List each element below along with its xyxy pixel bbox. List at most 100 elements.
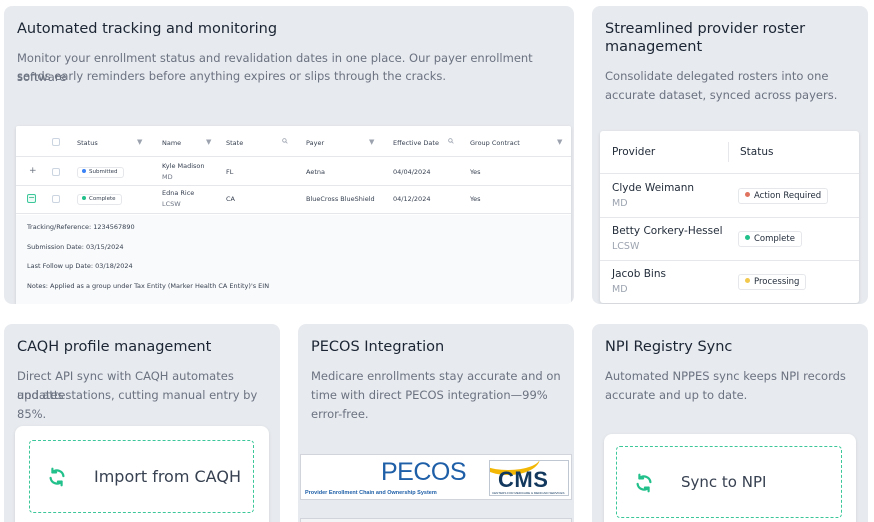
pecos-logo-subtitle: Provider Enrollment Chain and Ownership … — [305, 490, 437, 496]
detail-tracking-reference: Tracking/Reference: 1234567890 — [27, 223, 135, 231]
pecos-desc-line-1: Medicare enrollments stay accurate and o… — [311, 369, 561, 383]
tracking-card: Automated tracking and monitoring Monito… — [4, 6, 574, 304]
roster-table-header: Provider Status — [600, 131, 859, 174]
status-badge: Processing — [738, 274, 807, 290]
group-filter-icon[interactable]: ▼ — [557, 138, 562, 146]
provider-credential: LCSW — [162, 200, 181, 208]
status-text: Complete — [754, 234, 795, 244]
status-dot — [745, 192, 750, 197]
roster-desc-line-2: accurate dataset, synced across payers. — [605, 88, 838, 102]
header-effective-date: Effective Date — [393, 139, 439, 147]
row-checkbox[interactable] — [52, 195, 60, 203]
group-contract-cell: Yes — [470, 168, 481, 176]
table-row[interactable]: − Complete Edna Rice LCSW CA BlueCross B… — [16, 186, 571, 214]
import-from-caqh-button[interactable]: Import from CAQH — [29, 440, 254, 513]
tracking-title: Automated tracking and monitoring — [17, 21, 278, 37]
provider-credential: MD — [162, 173, 173, 181]
header-status: Status — [740, 146, 774, 158]
roster-desc-line-1: Consolidate delegated rosters into one — [605, 69, 829, 83]
npi-sync-panel: Sync to NPI — [604, 434, 856, 522]
header-payer: Payer — [306, 139, 325, 147]
roster-title-line-1: Streamlined provider roster — [605, 21, 806, 37]
cms-logo-text: CMS — [498, 467, 549, 492]
header-divider — [728, 142, 729, 162]
header-status: Status — [77, 139, 98, 147]
pecos-title: PECOS Integration — [311, 339, 445, 355]
pecos-bottom-panel — [300, 518, 572, 522]
sync-to-npi-button[interactable]: Sync to NPI — [616, 446, 842, 518]
select-all-checkbox[interactable] — [52, 138, 60, 146]
caqh-card: CAQH profile management Direct API sync … — [4, 324, 280, 522]
effective-date-cell: 04/12/2024 — [393, 195, 431, 203]
roster-table: Provider Status Clyde Weimann MD Action … — [600, 131, 859, 303]
pecos-cms-logo-strip: PECOS Provider Enrollment Chain and Owne… — [300, 454, 572, 500]
status-text: Action Required — [754, 191, 822, 201]
status-dot — [745, 235, 750, 240]
status-badge: Action Required — [738, 188, 829, 204]
effective-date-cell: 04/04/2024 — [393, 168, 431, 176]
enrollment-table-header: Status ▼ Name ▼ State Payer ▼ Effective … — [16, 126, 571, 157]
status-badge: Complete — [77, 194, 122, 205]
roster-row[interactable]: Clyde Weimann MD Action Required — [600, 175, 859, 218]
provider-credential: LCSW — [612, 241, 640, 252]
table-row[interactable]: + Submitted Kyle Madison MD FL Aetna 04/… — [16, 158, 571, 186]
status-text: Processing — [754, 277, 800, 287]
npi-title: NPI Registry Sync — [605, 339, 733, 355]
state-cell: FL — [226, 168, 234, 176]
header-name: Name — [162, 139, 182, 147]
group-contract-cell: Yes — [470, 195, 481, 203]
header-group-contract: Group Contract — [470, 139, 520, 147]
status-filter-icon[interactable]: ▼ — [137, 138, 142, 146]
pecos-desc-line-3: error-free. — [311, 407, 369, 421]
header-provider: Provider — [612, 146, 656, 158]
provider-name: Betty Corkery-Hessel — [612, 225, 723, 237]
detail-submission-date: Submission Date: 03/15/2024 — [27, 243, 124, 251]
collapse-row-button[interactable]: − — [27, 194, 36, 203]
state-search-icon[interactable] — [282, 138, 288, 146]
import-button-label: Import from CAQH — [94, 467, 241, 486]
npi-card: NPI Registry Sync Automated NPPES sync k… — [592, 324, 868, 522]
pecos-logo-text: PECOS — [381, 458, 467, 486]
roster-card: Streamlined provider roster management C… — [592, 6, 868, 304]
provider-name: Edna Rice — [162, 189, 195, 197]
roster-row[interactable]: Betty Corkery-Hessel LCSW Complete — [600, 218, 859, 261]
payer-cell: Aetna — [306, 168, 325, 176]
tracking-desc-line-2: sends early reminders before anything ex… — [17, 69, 447, 83]
detail-notes: Notes: Applied as a group under Tax Enti… — [27, 282, 270, 290]
status-dot — [82, 195, 86, 200]
date-search-icon[interactable] — [448, 138, 454, 146]
name-filter-icon[interactable]: ▼ — [206, 138, 211, 146]
roster-row[interactable]: Jacob Bins MD Processing — [600, 261, 859, 304]
caqh-import-panel: Import from CAQH — [15, 426, 269, 522]
pecos-desc-line-2: time with direct PECOS integration—99% — [311, 388, 548, 402]
roster-title-line-2: management — [605, 39, 703, 55]
provider-name: Clyde Weimann — [612, 182, 695, 194]
pecos-card: PECOS Integration Medicare enrollments s… — [298, 324, 574, 522]
status-text: Complete — [89, 196, 116, 202]
provider-credential: MD — [612, 284, 628, 295]
provider-name: Jacob Bins — [612, 268, 666, 280]
row-checkbox[interactable] — [52, 168, 60, 176]
row-detail-panel: Tracking/Reference: 1234567890 Submissio… — [16, 215, 571, 304]
header-state: State — [226, 139, 244, 147]
sync-arrows-icon — [633, 472, 655, 498]
expand-row-button[interactable]: + — [29, 166, 37, 176]
caqh-desc-line-2: and attestations, cutting manual entry b… — [17, 388, 258, 421]
sync-arrows-icon — [46, 466, 68, 492]
collapse-glyph: − — [28, 193, 35, 202]
status-dot — [745, 278, 750, 283]
status-dot — [82, 168, 86, 173]
status-text: Submitted — [89, 169, 118, 175]
npi-desc-line-2: accurate and up to date. — [605, 388, 748, 402]
detail-last-follow-up: Last Follow up Date: 03/18/2024 — [27, 262, 133, 270]
payer-filter-icon[interactable]: ▼ — [369, 138, 374, 146]
cms-logo-subtitle: CENTERS FOR MEDICARE & MEDICAID SERVICES — [492, 491, 565, 495]
status-badge: Complete — [738, 231, 802, 247]
caqh-title: CAQH profile management — [17, 339, 212, 355]
sync-button-label: Sync to NPI — [681, 473, 767, 491]
state-cell: CA — [226, 195, 235, 203]
provider-name: Kyle Madison — [162, 162, 205, 170]
provider-credential: MD — [612, 198, 628, 209]
status-badge: Submitted — [77, 167, 124, 178]
pecos-logo: PECOS Provider Enrollment Chain and Owne… — [301, 455, 483, 501]
